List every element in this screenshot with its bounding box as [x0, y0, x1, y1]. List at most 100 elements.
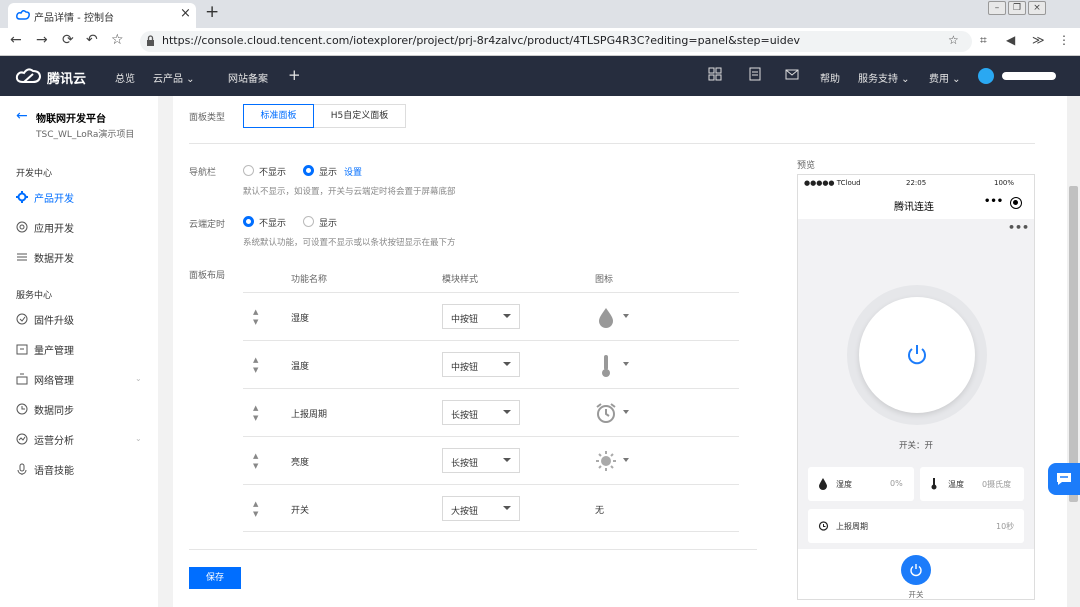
- avatar[interactable]: [978, 68, 994, 84]
- drop-icon: [819, 478, 827, 490]
- sidebar-item-label: 运营分析: [34, 436, 74, 447]
- document-icon[interactable]: [748, 67, 762, 81]
- nav-overview[interactable]: 总览: [115, 70, 135, 85]
- nav-show-label: 显示: [319, 168, 338, 178]
- reorder-icon[interactable]: ▲ ▼: [253, 307, 258, 327]
- power-icon: [910, 564, 922, 577]
- nav-products[interactable]: 云产品 ⌄: [153, 70, 195, 85]
- timer-hide-radio[interactable]: [243, 216, 254, 227]
- col-header-style: 模块样式: [442, 275, 479, 285]
- reload-icon[interactable]: ⟳: [62, 32, 74, 48]
- reorder-icon[interactable]: ▲ ▼: [253, 355, 258, 375]
- microphone-icon: [17, 463, 27, 475]
- phone-bottom-bar: 开关: [798, 549, 1034, 599]
- back-arrow-icon[interactable]: ←: [16, 108, 28, 124]
- panel-type-label: 面板类型: [189, 113, 226, 123]
- menu-dots-icon[interactable]: ⋮: [1058, 33, 1070, 47]
- nav-add-icon[interactable]: +: [288, 66, 301, 84]
- nav-icp[interactable]: 网站备案: [228, 70, 268, 85]
- style-select[interactable]: 长按钮: [442, 448, 520, 473]
- sync-icon: [16, 403, 28, 415]
- table-row: ▲ ▼ 亮度 长按钮: [243, 436, 739, 484]
- crop-icon[interactable]: ⌗: [980, 33, 987, 48]
- nav-help[interactable]: 帮助: [820, 70, 840, 85]
- minimize-icon[interactable]: –: [988, 1, 1006, 15]
- forward-icon[interactable]: →: [36, 32, 48, 48]
- tab-close-icon[interactable]: ×: [180, 6, 191, 21]
- nav-bar-label: 导航栏: [189, 168, 217, 178]
- scrollbar[interactable]: [1067, 96, 1080, 607]
- icon-picker[interactable]: [595, 450, 629, 475]
- card-label: 温度: [948, 480, 964, 489]
- thermometer-icon: [931, 478, 937, 490]
- reorder-icon[interactable]: ▲ ▼: [253, 403, 258, 423]
- timer-show-radio[interactable]: [303, 216, 314, 227]
- style-select[interactable]: 长按钮: [442, 400, 520, 425]
- style-select[interactable]: 大按钮: [442, 496, 520, 521]
- function-name: 湿度: [291, 314, 310, 324]
- temperature-card: 温度 0摄氏度: [920, 467, 1024, 501]
- tab-standard-panel[interactable]: 标准面板: [243, 104, 314, 128]
- tencent-cloud-icon: [16, 9, 30, 20]
- battery-text: 100%: [994, 179, 1015, 187]
- timer-hint: 系统默认功能，可设置不显示或以条状按钮显示在最下方: [243, 238, 456, 248]
- sidebar: ← 物联网开发平台 TSC_WL_LoRa演示项目 开发中心 产品开发 应用开发…: [0, 96, 158, 607]
- window-controls: – ❐ ×: [986, 1, 1046, 15]
- style-select[interactable]: 中按钮: [442, 352, 520, 377]
- analytics-icon: [16, 433, 28, 445]
- speaker-icon[interactable]: ◀: [1006, 33, 1015, 47]
- scrollbar-thumb[interactable]: [1069, 186, 1078, 502]
- switch-state: 开关：开: [898, 441, 933, 451]
- style-value: 大按钮: [451, 507, 479, 517]
- new-tab-icon[interactable]: +: [205, 2, 219, 22]
- tab-h5-panel[interactable]: H5自定义面板: [314, 104, 406, 128]
- sun-icon: [596, 451, 616, 471]
- col-header-name: 功能名称: [291, 275, 328, 285]
- bottom-power-button: [901, 555, 931, 585]
- nav-hide-radio[interactable]: [243, 165, 254, 176]
- platform-title: 物联网开发平台: [36, 114, 106, 125]
- chevron-down-icon[interactable]: ⌄: [135, 434, 142, 443]
- table-row: ▲ ▼ 上报周期 长按钮: [243, 388, 739, 436]
- back-icon[interactable]: ←: [10, 32, 22, 48]
- double-chevron-icon[interactable]: ≫: [1032, 33, 1045, 47]
- nav-billing[interactable]: 费用 ⌄: [929, 70, 961, 85]
- caret-down-icon: [623, 410, 629, 414]
- sidebar-item-label: 数据开发: [34, 254, 74, 265]
- bookmark-star-icon[interactable]: ☆: [111, 32, 124, 48]
- nav-hide-label: 不显示: [259, 168, 287, 178]
- star-icon[interactable]: ☆: [948, 33, 959, 47]
- project-name: TSC_WL_LoRa演示项目: [36, 130, 135, 140]
- undo-icon[interactable]: ↶: [86, 32, 98, 48]
- caret-down-icon: [623, 314, 629, 318]
- window-close-icon[interactable]: ×: [1028, 1, 1046, 15]
- reorder-icon[interactable]: ▲ ▼: [253, 451, 258, 471]
- nav-show-radio[interactable]: [303, 165, 314, 176]
- mail-icon[interactable]: [785, 67, 799, 81]
- nav-settings-link[interactable]: 设置: [344, 165, 362, 178]
- style-value: 中按钮: [451, 363, 479, 373]
- chat-button[interactable]: [1048, 463, 1080, 495]
- signal-text: ●●●●● TCloud: [804, 179, 861, 187]
- reorder-icon[interactable]: ▲ ▼: [253, 499, 258, 519]
- user-name-redacted[interactable]: [1002, 72, 1056, 80]
- more-icon: •••: [1008, 221, 1030, 234]
- restore-icon[interactable]: ❐: [1008, 1, 1026, 15]
- col-header-icon: 图标: [595, 275, 614, 285]
- style-select[interactable]: 中按钮: [442, 304, 520, 329]
- sidebar-item-label: 固件升级: [34, 316, 74, 327]
- icon-picker[interactable]: [595, 306, 629, 331]
- icon-picker[interactable]: [595, 354, 629, 381]
- chevron-down-icon[interactable]: ⌄: [135, 374, 142, 383]
- sidebar-item-label: 量产管理: [34, 346, 74, 357]
- url-field[interactable]: https://console.cloud.tencent.com/iotexp…: [140, 31, 972, 52]
- power-button-large: [847, 285, 987, 425]
- thermometer-icon: [602, 355, 610, 377]
- group-service-center: 服务中心: [16, 291, 53, 301]
- grid-icon[interactable]: [708, 67, 722, 81]
- browser-tab[interactable]: 产品详情 - 控制台 ×: [8, 3, 196, 28]
- save-button[interactable]: 保存: [189, 567, 241, 589]
- icon-picker[interactable]: [595, 402, 629, 427]
- tab-title: 产品详情 - 控制台: [34, 13, 114, 24]
- nav-support[interactable]: 服务支持 ⌄: [858, 70, 910, 85]
